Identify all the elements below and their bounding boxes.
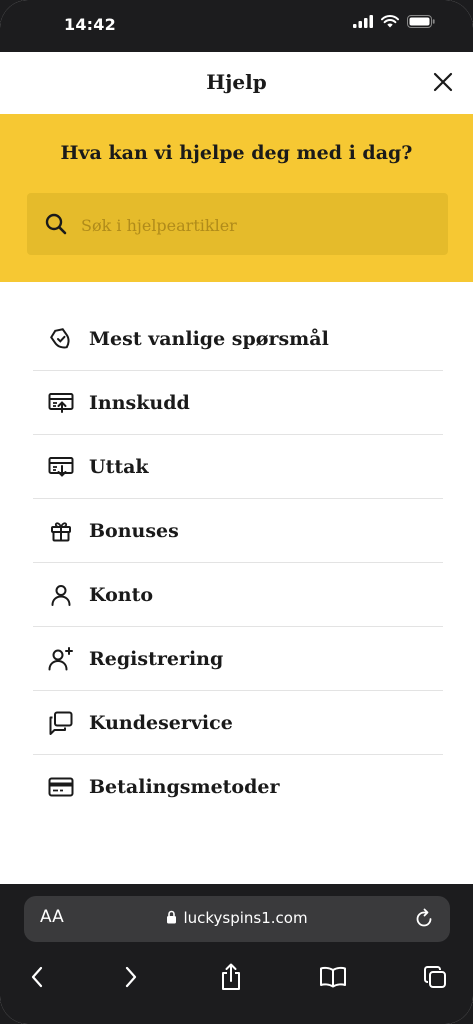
url-display: luckyspins1.com — [24, 909, 450, 928]
browser-toolbar — [0, 958, 473, 998]
reload-icon — [416, 908, 432, 927]
help-item-label: Bonuses — [89, 519, 179, 542]
help-item-label: Konto — [89, 583, 154, 606]
status-bar: 14:42 — [0, 0, 473, 52]
hero-title: Hva kan vi hjelpe deg med i dag? — [60, 142, 413, 164]
address-bar[interactable]: AA luckyspins1.com — [24, 896, 450, 942]
withdrawal-icon — [47, 453, 75, 481]
close-button[interactable] — [431, 70, 455, 94]
help-item-faq[interactable]: Mest vanlige spørsmål — [33, 307, 443, 371]
back-button[interactable] — [22, 962, 52, 992]
help-item-label: Innskudd — [89, 391, 190, 414]
help-item-account[interactable]: Konto — [33, 563, 443, 627]
credit-card-icon — [47, 773, 75, 801]
reload-button[interactable] — [414, 908, 434, 934]
share-button[interactable] — [216, 962, 246, 992]
header: Hjelp — [0, 52, 473, 114]
signal-icon — [353, 15, 373, 28]
search-box[interactable] — [27, 193, 448, 257]
status-icons — [353, 15, 435, 28]
help-item-bonuses[interactable]: Bonuses — [33, 499, 443, 563]
tabs-icon — [424, 966, 446, 988]
phone-screen: 14:42 Hjelp Hva kan vi hjelpe deg med i … — [0, 0, 473, 1024]
faq-shield-icon — [47, 325, 75, 353]
help-item-label: Kundeservice — [89, 711, 233, 734]
gift-icon — [47, 517, 75, 545]
chat-icon — [47, 709, 75, 737]
help-item-label: Betalingsmetoder — [89, 775, 280, 798]
wifi-icon — [381, 15, 399, 28]
user-add-icon — [47, 645, 75, 673]
chevron-right-icon — [125, 966, 137, 988]
help-topics-list: Mest vanlige spørsmål Innskudd Uttak Bon… — [33, 307, 443, 818]
help-item-label: Mest vanlige spørsmål — [89, 327, 329, 350]
help-hero: Hva kan vi hjelpe deg med i dag? — [0, 114, 473, 282]
help-item-label: Uttak — [89, 455, 149, 478]
close-icon — [433, 72, 453, 92]
help-item-payment-methods[interactable]: Betalingsmetoder — [33, 755, 443, 818]
user-icon — [47, 581, 75, 609]
help-item-customer-service[interactable]: Kundeservice — [33, 691, 443, 755]
url-text: luckyspins1.com — [183, 909, 308, 927]
search-input[interactable] — [79, 193, 433, 257]
share-icon — [222, 963, 240, 990]
status-time: 14:42 — [64, 15, 116, 34]
browser-bar: AA luckyspins1.com — [0, 884, 473, 1024]
help-item-withdrawal[interactable]: Uttak — [33, 435, 443, 499]
search-icon — [45, 213, 67, 235]
help-item-deposit[interactable]: Innskudd — [33, 371, 443, 435]
forward-button[interactable] — [116, 962, 146, 992]
book-icon — [320, 966, 346, 988]
help-item-registration[interactable]: Registrering — [33, 627, 443, 691]
help-item-label: Registrering — [89, 647, 224, 670]
bookmarks-button[interactable] — [318, 962, 348, 992]
chevron-left-icon — [31, 966, 43, 988]
tabs-button[interactable] — [420, 962, 450, 992]
page-title: Hjelp — [206, 70, 267, 94]
deposit-icon — [47, 389, 75, 417]
lock-icon — [166, 910, 177, 928]
battery-icon — [407, 15, 435, 28]
